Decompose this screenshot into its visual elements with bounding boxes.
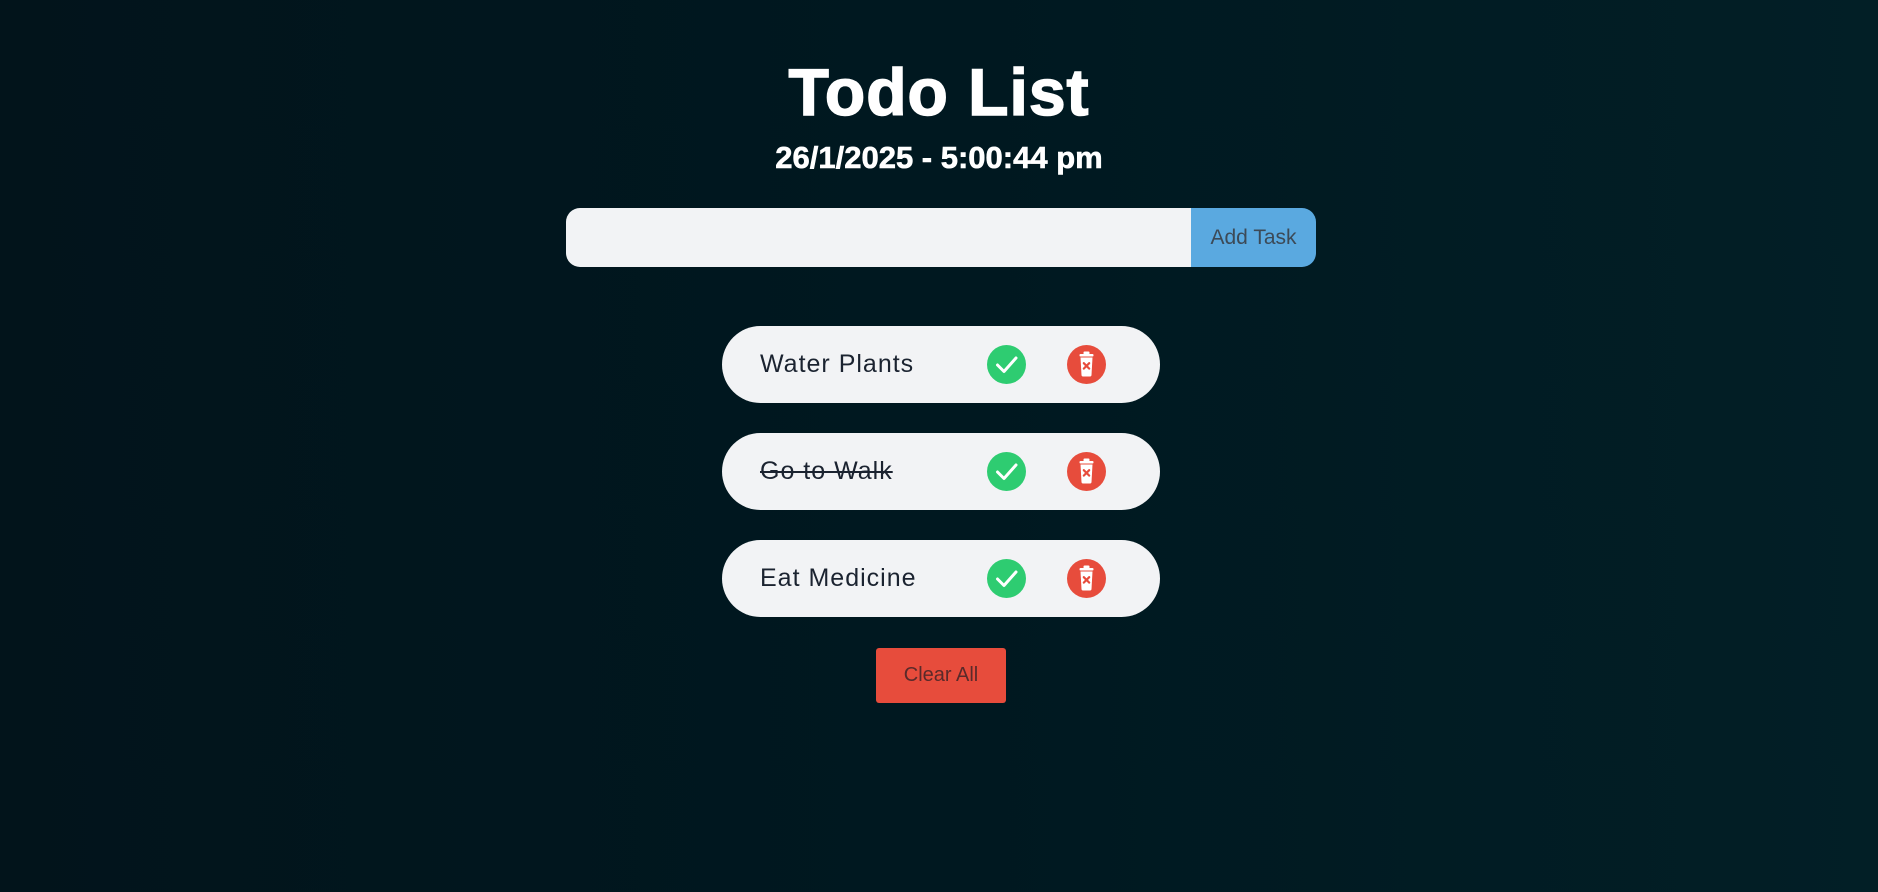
check-circle-icon xyxy=(996,356,1018,373)
task-text-completed: Go to Walk xyxy=(760,457,893,485)
todo-app: Todo List 26/1/2025 - 5:00:44 pm Add Tas… xyxy=(0,0,1878,892)
clear-all-button[interactable]: Clear All xyxy=(876,648,1006,703)
trash-x-icon xyxy=(1079,458,1094,484)
check-circle-icon xyxy=(996,570,1018,587)
complete-task-button[interactable] xyxy=(987,452,1026,491)
add-task-form: Add Task xyxy=(566,208,1316,267)
trash-x-icon xyxy=(1079,565,1094,591)
task-item: Eat Medicine xyxy=(722,540,1160,617)
delete-task-button[interactable] xyxy=(1067,452,1106,491)
current-datetime: 26/1/2025 - 5:00:44 pm xyxy=(775,140,1103,176)
task-list: Water Plants Go to Walk Eat Medicine xyxy=(722,326,1160,647)
delete-task-button[interactable] xyxy=(1067,559,1106,598)
add-task-button[interactable]: Add Task xyxy=(1191,208,1316,267)
trash-x-icon xyxy=(1079,351,1094,377)
task-input[interactable] xyxy=(566,208,1191,267)
page-title: Todo List xyxy=(788,54,1090,130)
complete-task-button[interactable] xyxy=(987,559,1026,598)
task-item: Water Plants xyxy=(722,326,1160,403)
check-circle-icon xyxy=(996,463,1018,480)
delete-task-button[interactable] xyxy=(1067,345,1106,384)
complete-task-button[interactable] xyxy=(987,345,1026,384)
task-text: Water Plants xyxy=(760,350,915,378)
task-text: Eat Medicine xyxy=(760,564,917,592)
task-item: Go to Walk xyxy=(722,433,1160,510)
